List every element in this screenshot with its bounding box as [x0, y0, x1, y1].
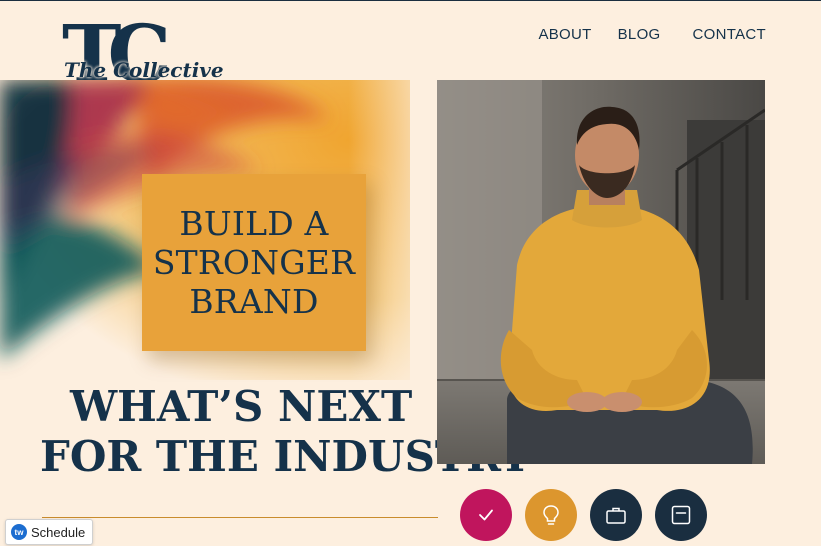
divider-rule: [42, 517, 438, 518]
schedule-logo-icon: tw: [11, 524, 27, 540]
schedule-widget-button[interactable]: tw Schedule: [5, 519, 94, 545]
briefcase-icon: [606, 507, 626, 524]
main-nav: ABOUT BLOG CONTACT: [538, 26, 766, 43]
lightbulb-icon: [543, 505, 559, 525]
top-border: [0, 0, 821, 1]
brand-line-2: STRONGER: [152, 243, 356, 282]
brand-line-1: BUILD A: [179, 204, 329, 243]
brand-box: BUILD A STRONGER BRAND: [142, 174, 366, 351]
check-icon: [479, 509, 493, 521]
schedule-label: Schedule: [31, 524, 86, 540]
headline-line-2: FOR THE INDUSTRY: [40, 432, 530, 481]
check-button[interactable]: [460, 489, 512, 541]
headline-line-1: WHAT’S NEXT: [70, 382, 413, 431]
brand-text: BUILD A STRONGER BRAND: [153, 204, 355, 321]
hero-headline: WHAT’S NEXT FOR THE INDUSTRY: [40, 382, 530, 482]
briefcase-button[interactable]: [590, 489, 642, 541]
portrait-photo: [437, 80, 765, 464]
nav-blog-link[interactable]: BLOG: [618, 26, 661, 43]
lightbulb-button[interactable]: [525, 489, 577, 541]
nav-about-link[interactable]: ABOUT: [538, 26, 591, 43]
card-button[interactable]: [655, 489, 707, 541]
nav-contact-link[interactable]: CONTACT: [693, 26, 766, 43]
brand-line-3: BRAND: [189, 282, 319, 321]
card-icon: [671, 505, 691, 525]
logo-script: The Collective: [64, 58, 224, 82]
